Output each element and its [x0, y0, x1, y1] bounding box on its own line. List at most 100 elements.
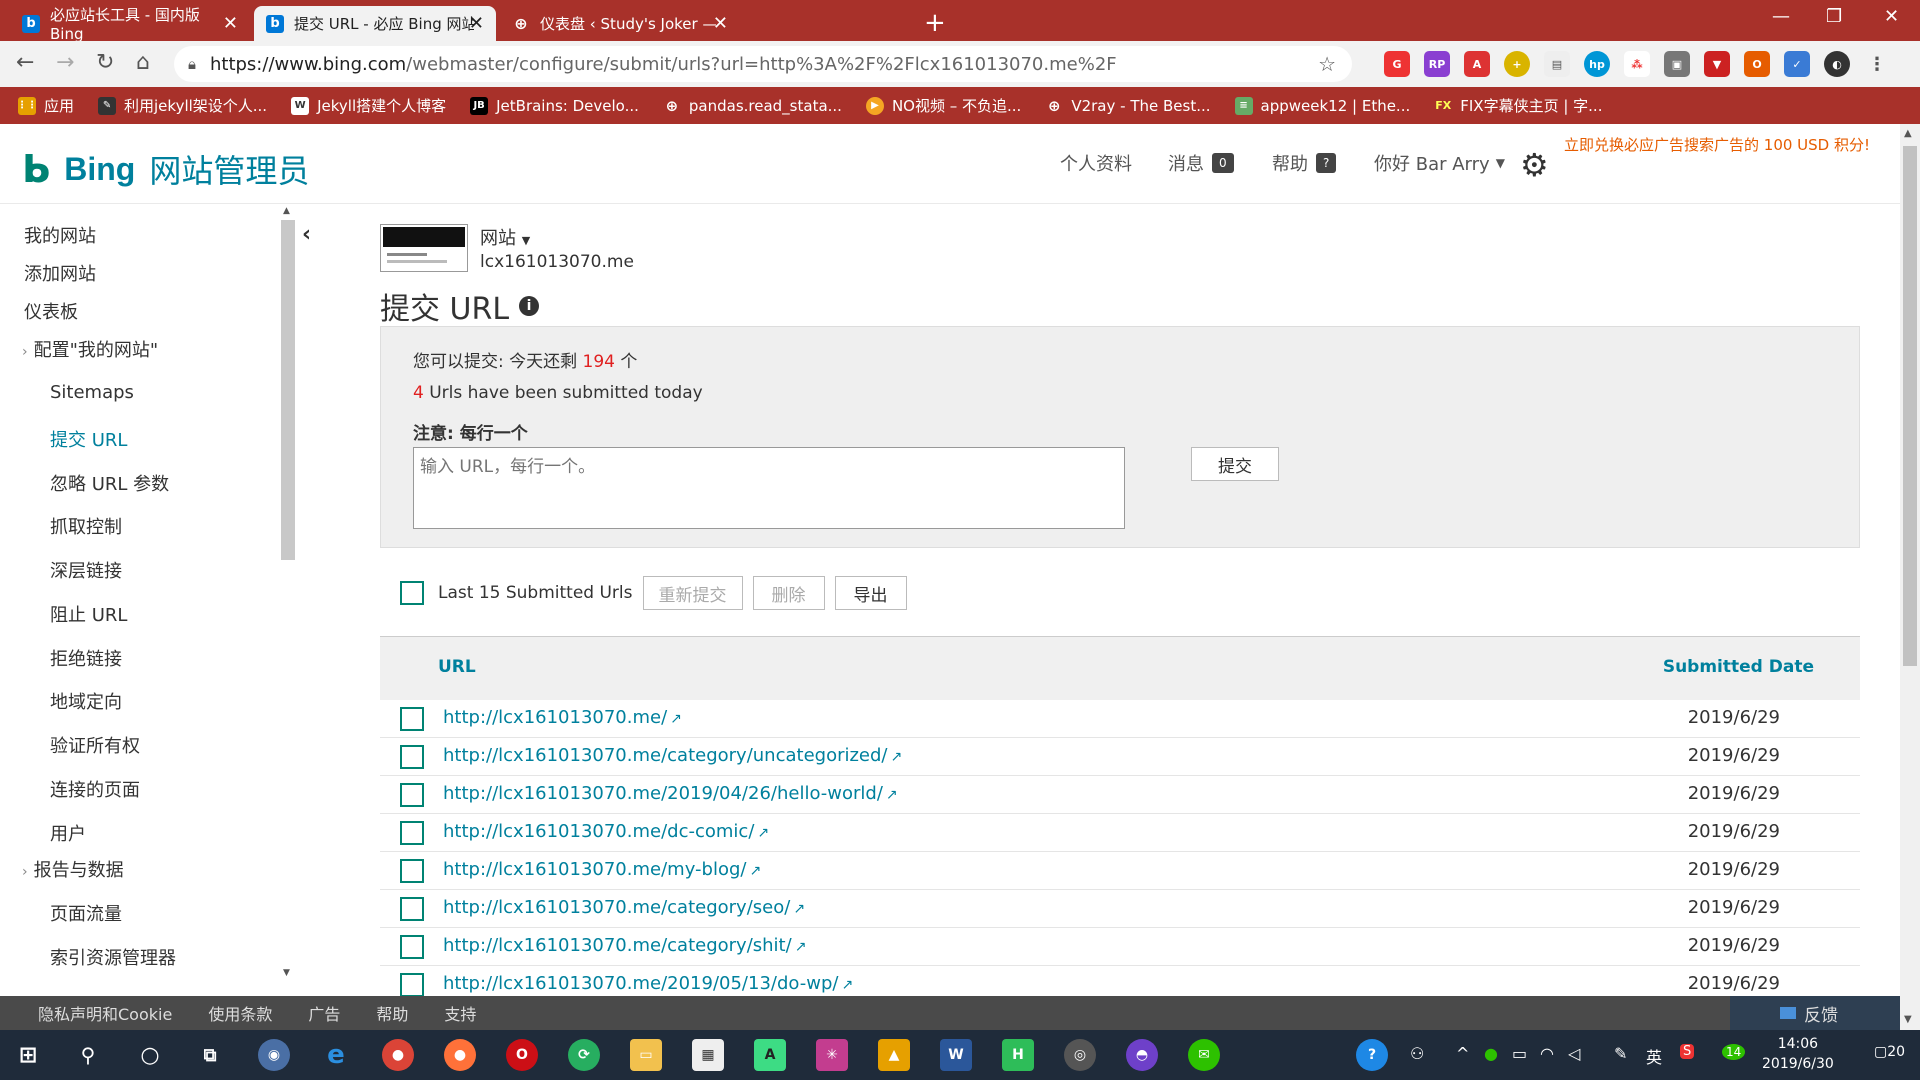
nav-profile[interactable]: 个人资料 [1060, 150, 1132, 176]
back-icon[interactable]: ← [16, 50, 34, 75]
new-tab-icon[interactable]: + [924, 8, 946, 38]
extension-red-icon[interactable]: G [1384, 51, 1410, 77]
search-icon[interactable]: ⚲ [72, 1039, 104, 1071]
folder-icon[interactable]: ▭ [630, 1039, 662, 1071]
resubmit-button[interactable]: 重新提交 [642, 576, 743, 610]
tray-badge[interactable]: 14 [1722, 1044, 1746, 1060]
promo-link[interactable]: 立即兑换必应广告搜索广告的 100 USD 积分! [1564, 134, 1870, 155]
row-checkbox[interactable] [400, 935, 424, 959]
sidebar-item-geo-targeting[interactable]: 地域定向 [50, 688, 122, 714]
cortana-icon[interactable]: ○ [134, 1039, 166, 1071]
collapse-sidebar-icon[interactable]: ‹ [302, 222, 311, 247]
word-icon[interactable]: W [940, 1039, 972, 1071]
submit-button[interactable]: 提交 [1191, 447, 1279, 481]
bookmark-fix[interactable]: FX FIX字幕侠主页 | 字... [1434, 95, 1602, 116]
row-checkbox[interactable] [400, 859, 424, 883]
sidebar-item-deep-links[interactable]: 深层链接 [50, 557, 122, 583]
row-checkbox[interactable] [400, 973, 424, 996]
close-icon[interactable]: ✕ [713, 13, 728, 34]
sidebar-item-my-sites[interactable]: 我的网站 [24, 222, 96, 248]
notifications-badge[interactable]: ▢20 [1874, 1044, 1905, 1060]
sidebar-item-sitemaps[interactable]: Sitemaps [50, 382, 134, 403]
sidebar-item-ignore-params[interactable]: 忽略 URL 参数 [50, 470, 169, 496]
footer-link-privacy[interactable]: 隐私声明和Cookie [38, 1001, 172, 1025]
extension-yellow-icon[interactable]: + [1504, 51, 1530, 77]
feedback-button[interactable]: 反馈 [1730, 996, 1900, 1030]
url-link[interactable]: http://lcx161013070.me/category/seo/↗ [443, 897, 805, 918]
wechat-tray-icon[interactable]: ● [1484, 1044, 1498, 1063]
info-icon[interactable]: i [519, 296, 540, 316]
store-icon[interactable]: ▦ [692, 1039, 724, 1071]
sync-app-icon[interactable]: ⟳ [568, 1039, 600, 1071]
edge-icon[interactable]: e [320, 1039, 352, 1071]
bookmark-appweek[interactable]: ≡ appweek12 | Ethe... [1234, 96, 1410, 115]
sidebar-scroll-thumb[interactable] [281, 220, 295, 560]
close-icon[interactable]: ✕ [469, 13, 484, 34]
url-link[interactable]: http://lcx161013070.me/2019/05/13/do-wp/… [443, 973, 853, 994]
close-icon[interactable]: ✕ [223, 13, 238, 34]
hbuilder-icon[interactable]: H [1002, 1039, 1034, 1071]
restore-icon[interactable]: ❐ [1826, 6, 1842, 27]
home-icon[interactable]: ⌂ [136, 50, 150, 75]
nav-help[interactable]: 帮助 ? [1272, 150, 1337, 176]
bookmark-jetbrains[interactable]: JB JetBrains: Develo... [470, 96, 639, 115]
url-link[interactable]: http://lcx161013070.me/category/shit/↗ [443, 935, 806, 956]
ime-indicator[interactable]: 英 [1646, 1044, 1662, 1068]
extension-rp-icon[interactable]: RP [1424, 51, 1450, 77]
extension-down-icon[interactable]: ▼ [1704, 51, 1730, 77]
app-icon[interactable]: ◉ [258, 1039, 290, 1071]
bookmark-novideo[interactable]: ▶ NO视频 – 不负追... [865, 95, 1021, 116]
system-clock[interactable]: 14:06 2019/6/30 [1762, 1034, 1834, 1074]
github-icon[interactable]: ◓ [1126, 1039, 1158, 1071]
drive-icon[interactable]: ▲ [878, 1039, 910, 1071]
url-link[interactable]: http://lcx161013070.me/my-blog/↗ [443, 859, 761, 880]
sidebar-item-verify[interactable]: 验证所有权 [50, 732, 140, 758]
url-link[interactable]: http://lcx161013070.me/dc-comic/↗ [443, 821, 769, 842]
windows-start-icon[interactable]: ⊞ [12, 1039, 44, 1071]
forward-icon[interactable]: → [56, 50, 74, 75]
scroll-down-icon[interactable]: ▼ [283, 968, 290, 978]
page-icon[interactable]: ▤ [1544, 51, 1570, 77]
sidebar-item-index-explorer[interactable]: 索引资源管理器 [50, 944, 176, 970]
footer-link-support[interactable]: 支持 [444, 1001, 476, 1025]
minimize-icon[interactable]: — [1772, 6, 1790, 27]
pen-icon[interactable]: ✎ [1614, 1044, 1627, 1063]
hp-icon[interactable]: hp [1584, 51, 1610, 77]
row-checkbox[interactable] [400, 821, 424, 845]
user-menu[interactable]: 你好 Bar Arry ▼ [1374, 150, 1505, 176]
footer-link-ads[interactable]: 广告 [308, 1001, 340, 1025]
address-bar[interactable]: 🔒︎ https://www.bing.com/webmaster/config… [174, 46, 1352, 82]
help-circle-icon[interactable]: ? [1356, 1039, 1388, 1071]
export-button[interactable]: 导出 [834, 576, 907, 610]
bing-logo[interactable]: ᖯ Bing 网站管理员 [22, 146, 309, 192]
sidebar-item-disavow[interactable]: 拒绝链接 [50, 645, 122, 671]
tab-bing-tools[interactable]: b 必应站长工具 - 国内版 Bing ✕ [10, 6, 250, 43]
sidebar-item-dashboard[interactable]: 仪表板 [24, 298, 78, 324]
menu-dots-icon[interactable]: ⋮ [1864, 51, 1890, 77]
tray-chevron-up-icon[interactable]: ^ [1456, 1044, 1469, 1063]
sidebar-item-add-site[interactable]: 添加网站 [24, 260, 96, 286]
page-scrollbar[interactable]: ▲ ▼ [1900, 124, 1920, 1030]
battery-icon[interactable]: ▭ [1512, 1044, 1527, 1063]
row-checkbox[interactable] [400, 707, 424, 731]
select-all-checkbox[interactable] [400, 581, 424, 605]
url-link[interactable]: http://lcx161013070.me/↗ [443, 707, 682, 728]
reload-icon[interactable]: ↻ [96, 50, 114, 75]
page-scroll-thumb[interactable] [1903, 146, 1917, 666]
people-icon[interactable]: ⚇ [1410, 1044, 1424, 1063]
bookmark-jekyll[interactable]: ✎ 利用jekyll架设个人... [98, 95, 267, 116]
bookmark-jekyll-blog[interactable]: W Jekyll搭建个人博客 [291, 95, 446, 116]
bookmark-apps[interactable]: ⋮⋮ 应用 [17, 95, 74, 116]
graphics-app-icon[interactable]: ✳ [816, 1039, 848, 1071]
scroll-up-icon[interactable]: ▲ [283, 206, 290, 216]
footer-link-help[interactable]: 帮助 [376, 1001, 408, 1025]
profile-avatar-icon[interactable]: ◐ [1824, 51, 1850, 77]
row-checkbox[interactable] [400, 745, 424, 769]
extension-dots-icon[interactable]: ⁂ [1624, 51, 1650, 77]
sidebar-item-connected-pages[interactable]: 连接的页面 [50, 776, 140, 802]
office-icon[interactable]: O [1744, 51, 1770, 77]
bookmark-pandas[interactable]: ⊕ pandas.read_stata... [663, 97, 842, 115]
row-checkbox[interactable] [400, 897, 424, 921]
sidebar-item-submit-url[interactable]: 提交 URL [50, 426, 127, 452]
column-header-date[interactable]: Submitted Date [1663, 657, 1814, 677]
